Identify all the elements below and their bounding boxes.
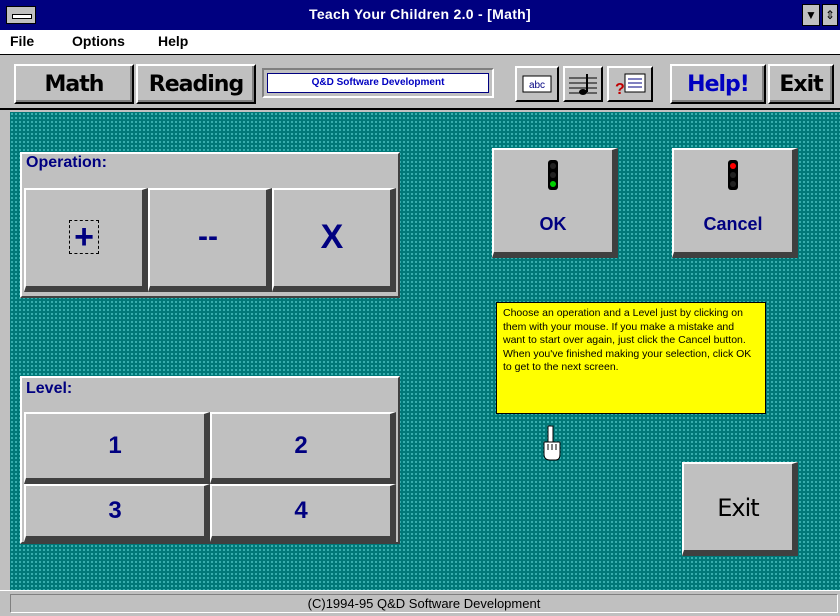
music-icon[interactable]	[563, 66, 603, 102]
menu-options[interactable]: Options	[72, 33, 125, 49]
svg-text:abc: abc	[529, 80, 545, 91]
restore-button[interactable]: ⇕	[822, 4, 838, 26]
brand-panel: Q&D Software Development	[262, 68, 494, 98]
plus-button[interactable]: +	[24, 188, 148, 292]
reading-button[interactable]: Reading	[136, 64, 256, 104]
brand-text: Q&D Software Development	[267, 73, 489, 93]
operation-label: Operation:	[24, 154, 109, 172]
cancel-button[interactable]: Cancel	[672, 148, 798, 258]
hand-pointer-icon	[540, 424, 562, 464]
minus-button-label: --	[198, 220, 218, 253]
title-bar: Teach Your Children 2.0 - [Math] ▼ ⇕	[0, 0, 840, 30]
ok-label: OK	[539, 214, 567, 234]
level-4-label: 4	[294, 497, 308, 524]
menu-file[interactable]: File	[10, 33, 34, 49]
plus-button-label: +	[69, 220, 99, 254]
ok-button[interactable]: OK	[492, 148, 618, 258]
window-title: Teach Your Children 2.0 - [Math]	[309, 6, 531, 22]
level-label: Level:	[24, 380, 75, 398]
multiply-button-label: X	[320, 218, 344, 256]
menu-bar: File Options Help	[0, 30, 840, 55]
minimize-button[interactable]: ▼	[802, 4, 820, 26]
svg-text:?: ?	[615, 81, 625, 98]
level-4-button[interactable]: 4	[210, 484, 396, 542]
instruction-note: Choose an operation and a Level just by …	[496, 302, 766, 414]
level-2-label: 2	[294, 432, 308, 459]
help-button[interactable]: Help!	[670, 64, 766, 104]
toolbar-exit-label: Exit	[779, 72, 823, 97]
math-button[interactable]: Math	[14, 64, 134, 104]
level-2-button[interactable]: 2	[210, 412, 396, 484]
help-button-label: Help!	[687, 72, 750, 97]
status-text: (C)1994-95 Q&D Software Development	[10, 594, 838, 613]
math-button-label: Math	[44, 72, 105, 97]
toolbar-exit-button[interactable]: Exit	[768, 64, 834, 104]
traffic-light-go-icon	[548, 160, 558, 190]
exit-button-label: Exit	[717, 494, 759, 522]
status-bar: (C)1994-95 Q&D Software Development	[0, 590, 840, 616]
level-3-button[interactable]: 3	[24, 484, 210, 542]
level-1-button[interactable]: 1	[24, 412, 210, 484]
level-1-label: 1	[108, 432, 122, 459]
minus-button[interactable]: --	[148, 188, 272, 292]
level-3-label: 3	[108, 497, 122, 524]
reading-button-label: Reading	[148, 72, 244, 97]
exit-button[interactable]: Exit	[682, 462, 798, 556]
abc-icon[interactable]: abc	[515, 66, 559, 102]
menu-help[interactable]: Help	[158, 33, 188, 49]
multiply-button[interactable]: X	[272, 188, 396, 292]
quiz-icon[interactable]: ?	[607, 66, 653, 102]
cancel-label: Cancel	[703, 214, 763, 234]
traffic-light-stop-icon	[728, 160, 738, 190]
